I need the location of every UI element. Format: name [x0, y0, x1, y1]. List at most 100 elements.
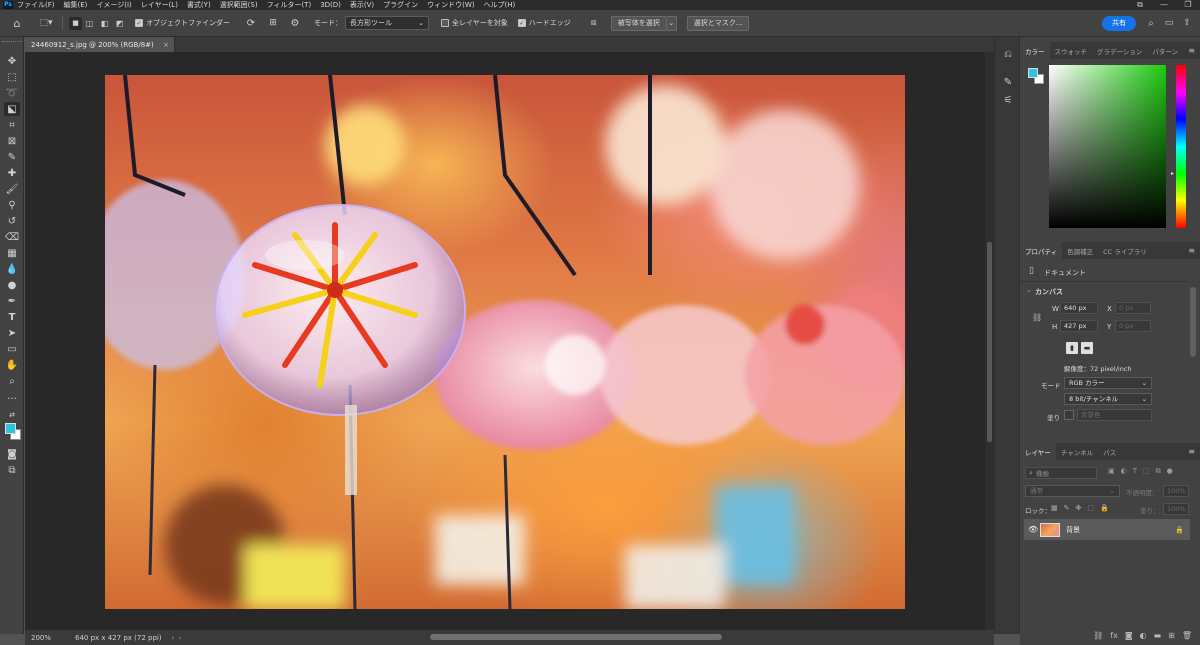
- menu-select[interactable]: 選択範囲(S): [220, 0, 258, 10]
- opacity-input[interactable]: 100%: [1163, 485, 1189, 497]
- blend-mode-dropdown[interactable]: 通常 ⌄: [1025, 485, 1120, 497]
- type-tool-icon[interactable]: T: [4, 310, 20, 324]
- hand-tool-icon[interactable]: ✋: [4, 358, 20, 372]
- fill-opacity-input[interactable]: 100%: [1163, 503, 1189, 515]
- tab-paths[interactable]: パス: [1098, 443, 1121, 460]
- layer-filter-search[interactable]: ⌕ 種類: [1025, 467, 1097, 479]
- screen-mode-icon[interactable]: ⧉: [4, 463, 20, 477]
- gear-icon[interactable]: ⚙: [288, 18, 302, 29]
- vertical-scrollbar[interactable]: [985, 52, 994, 630]
- subtract-selection-icon[interactable]: ◧: [97, 19, 112, 28]
- tool-preset-icon[interactable]: ⬚▾: [36, 18, 56, 28]
- sample-layers-icon[interactable]: ⧈: [587, 18, 601, 28]
- hue-slider-handle-icon[interactable]: ▸: [1171, 170, 1174, 177]
- hard-edge-toggle[interactable]: ✓ ハードエッジ: [517, 18, 571, 28]
- search-icon[interactable]: ⌕: [1144, 18, 1158, 29]
- hue-slider[interactable]: [1176, 65, 1186, 228]
- tab-properties[interactable]: プロパティ: [1020, 242, 1063, 259]
- color-picker-field[interactable]: [1049, 65, 1166, 228]
- menu-edit[interactable]: 編集(E): [64, 0, 88, 10]
- shape-filter-icon[interactable]: ⬚: [1143, 467, 1150, 476]
- document-tab[interactable]: 24460912_s.jpg @ 200% (RGB/8#) ×: [25, 37, 175, 52]
- share-button[interactable]: 共有: [1102, 15, 1136, 31]
- menu-type[interactable]: 書式(Y): [187, 0, 211, 10]
- lasso-tool-icon[interactable]: ➰: [4, 86, 20, 100]
- new-selection-icon[interactable]: ■: [69, 16, 82, 30]
- swap-colors-icon[interactable]: ⇄: [4, 408, 20, 422]
- minimize-window-icon[interactable]: —: [1152, 0, 1176, 10]
- checkbox-checked-icon[interactable]: ✓: [135, 19, 143, 27]
- mode-dropdown[interactable]: 長方形ツール ⌄: [345, 16, 429, 30]
- lock-icon[interactable]: 🔒: [1175, 526, 1184, 534]
- menu-help[interactable]: ヘルプ(H): [484, 0, 516, 10]
- y-input[interactable]: 0 px: [1115, 320, 1151, 332]
- menu-file[interactable]: ファイル(F): [17, 0, 55, 10]
- select-and-mask-button[interactable]: 選択とマスク...: [686, 15, 750, 31]
- tab-layers[interactable]: レイヤー: [1020, 443, 1056, 460]
- brush-tool-icon[interactable]: 🖌: [4, 182, 20, 196]
- object-finder-toggle[interactable]: ✓ オブジェクトファインダー: [135, 18, 230, 28]
- dodge-tool-icon[interactable]: ●: [4, 278, 20, 292]
- landscape-orientation-icon[interactable]: ▬: [1081, 342, 1093, 354]
- panel-scrollbar[interactable]: [1190, 287, 1196, 357]
- layer-row-background[interactable]: 👁 背景 🔒: [1024, 519, 1190, 540]
- fill-color-swatch[interactable]: [1064, 410, 1074, 420]
- menu-window[interactable]: ウィンドウ(W): [427, 0, 474, 10]
- pen-tool-icon[interactable]: ✒: [4, 294, 20, 308]
- foreground-color-swatch[interactable]: [5, 423, 16, 434]
- show-objects-icon[interactable]: ⊞: [266, 18, 280, 28]
- intersect-selection-icon[interactable]: ◩: [112, 19, 127, 28]
- bit-depth-dropdown[interactable]: 8 bit/チャンネル ⌄: [1064, 393, 1152, 405]
- marquee-tool-icon[interactable]: ⬚: [4, 70, 20, 84]
- eyedropper-tool-icon[interactable]: ✎: [4, 150, 20, 164]
- home-icon[interactable]: ⌂: [10, 17, 24, 30]
- adjustment-filter-icon[interactable]: ◐: [1121, 467, 1127, 476]
- horizontal-scrollbar[interactable]: [178, 633, 980, 641]
- tab-adjustments[interactable]: 色調補正: [1062, 242, 1098, 259]
- document-canvas-image[interactable]: [105, 75, 905, 609]
- eye-icon[interactable]: 👁: [1028, 525, 1038, 534]
- all-layers-toggle[interactable]: 全レイヤーを対象: [441, 18, 508, 28]
- link-icon[interactable]: ⛓: [1032, 313, 1042, 322]
- layer-name[interactable]: 背景: [1066, 525, 1080, 535]
- checkbox-unchecked-icon[interactable]: [441, 19, 449, 27]
- tab-gradients[interactable]: グラデーション: [1092, 42, 1147, 59]
- fx-icon[interactable]: fx: [1110, 631, 1118, 640]
- more-tools-icon[interactable]: ···: [4, 392, 20, 406]
- gradient-tool-icon[interactable]: ▦: [4, 246, 20, 260]
- portrait-orientation-icon[interactable]: ▮: [1066, 342, 1078, 354]
- history-brush-tool-icon[interactable]: ↺: [4, 214, 20, 228]
- horizontal-scroll-thumb[interactable]: [430, 634, 722, 640]
- panel-menu-icon[interactable]: ≡: [1188, 42, 1195, 59]
- tab-patterns[interactable]: パターン: [1147, 42, 1183, 59]
- lock-pixels-icon[interactable]: ✎: [1064, 504, 1070, 512]
- rectangle-tool-icon[interactable]: ▭: [4, 342, 20, 356]
- panel-grip[interactable]: [2, 41, 22, 43]
- x-input[interactable]: 0 px: [1115, 302, 1151, 314]
- height-input[interactable]: 427 px: [1060, 320, 1098, 332]
- menu-filter[interactable]: フィルター(T): [267, 0, 312, 10]
- menu-plugins[interactable]: プラグイン: [383, 0, 418, 10]
- quick-mask-icon[interactable]: ◙: [4, 447, 20, 461]
- new-group-icon[interactable]: ▬: [1154, 631, 1162, 640]
- lock-all-icon[interactable]: 🔒: [1100, 504, 1109, 512]
- tab-color[interactable]: カラー: [1020, 42, 1050, 59]
- chevron-right-icon[interactable]: ›: [172, 634, 175, 642]
- panel-menu-icon[interactable]: ≡: [1188, 242, 1195, 259]
- zoom-level[interactable]: 200%: [31, 634, 51, 642]
- tab-cc-libraries[interactable]: CC ライブラリ: [1098, 242, 1152, 259]
- panel-menu-icon[interactable]: ≡: [1188, 443, 1195, 460]
- clone-stamp-tool-icon[interactable]: ⚲: [4, 198, 20, 212]
- tab-swatches[interactable]: スウォッチ: [1050, 42, 1093, 59]
- lock-position-icon[interactable]: ✥: [1076, 504, 1082, 512]
- restore-window-icon[interactable]: ⧉: [1128, 0, 1152, 10]
- foreground-color-swatch[interactable]: [1028, 68, 1038, 78]
- lock-transparent-icon[interactable]: ▦: [1051, 504, 1058, 512]
- history-panel-icon[interactable]: ⎌: [1001, 47, 1015, 61]
- new-layer-icon[interactable]: ⊞: [1168, 631, 1175, 640]
- tab-channels[interactable]: チャンネル: [1056, 443, 1098, 460]
- zoom-tool-icon[interactable]: ⌕: [4, 374, 20, 388]
- brush-settings-icon[interactable]: ✎: [1001, 75, 1015, 89]
- chevron-down-icon[interactable]: ⌄: [1026, 286, 1032, 294]
- blur-tool-icon[interactable]: 💧: [4, 262, 20, 276]
